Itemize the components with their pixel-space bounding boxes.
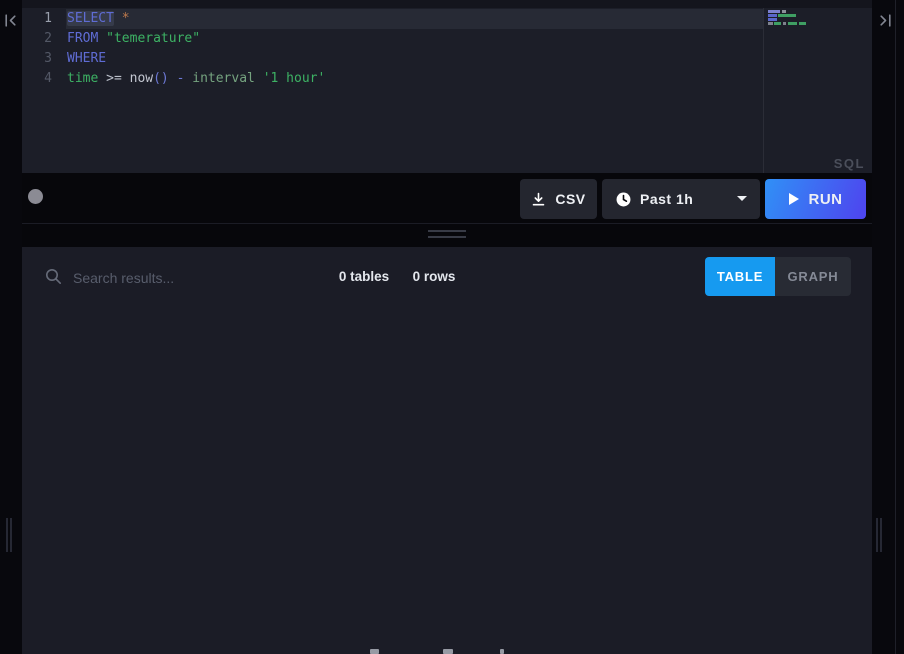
line-number: 4 — [22, 69, 52, 89]
minimap-divider — [763, 8, 764, 173]
play-icon — [789, 193, 799, 205]
pane-resize-handle[interactable] — [428, 230, 466, 242]
right-resize-handle[interactable] — [876, 518, 890, 552]
code-line[interactable]: 4time >= now() - interval '1 hour' — [22, 69, 763, 89]
time-range-dropdown[interactable]: Past 1h — [602, 179, 760, 219]
run-button-label: RUN — [809, 191, 843, 208]
search-icon — [45, 268, 62, 285]
csv-button-label: CSV — [555, 191, 585, 207]
results-header: 0 tables 0 rows TABLE GRAPH — [22, 247, 872, 305]
results-body — [22, 305, 872, 654]
app-root: 1SELECT *2FROM "temerature"3WHERE4time >… — [0, 0, 904, 654]
right-rail-divider — [895, 0, 896, 654]
line-number: 1 — [22, 9, 52, 29]
view-toggle: TABLE GRAPH — [705, 257, 851, 296]
left-resize-handle[interactable] — [6, 518, 20, 552]
line-number: 3 — [22, 49, 52, 69]
search-results-input[interactable] — [71, 264, 305, 292]
code-line[interactable]: 2FROM "temerature" — [22, 29, 763, 49]
left-rail — [0, 0, 22, 654]
code-line[interactable]: 1SELECT * — [22, 9, 763, 29]
top-strip — [22, 0, 872, 8]
clipped-text-fragment — [370, 649, 379, 654]
pane-splitter — [22, 223, 872, 247]
status-indicator — [28, 189, 43, 204]
line-number: 2 — [22, 29, 52, 49]
code-line[interactable]: 3WHERE — [22, 49, 763, 69]
collapse-left-icon[interactable] — [3, 13, 18, 28]
time-range-label: Past 1h — [640, 191, 693, 207]
download-icon — [531, 192, 546, 207]
collapse-right-icon[interactable] — [878, 13, 893, 28]
chevron-down-icon — [737, 196, 747, 201]
code-lines[interactable]: 1SELECT *2FROM "temerature"3WHERE4time >… — [22, 9, 763, 89]
tab-table[interactable]: TABLE — [705, 257, 775, 296]
tab-graph[interactable]: GRAPH — [775, 257, 851, 296]
right-rail — [872, 0, 904, 654]
sql-editor[interactable]: 1SELECT *2FROM "temerature"3WHERE4time >… — [22, 8, 872, 173]
language-label: SQL — [834, 156, 865, 171]
clipped-text-fragment — [500, 649, 504, 654]
editor-minimap — [768, 10, 868, 26]
run-query-button[interactable]: RUN — [765, 179, 866, 219]
csv-export-button[interactable]: CSV — [520, 179, 597, 219]
main-content: 1SELECT *2FROM "temerature"3WHERE4time >… — [22, 0, 872, 654]
clock-icon — [616, 192, 631, 207]
query-toolbar: CSV Past 1h RUN — [22, 173, 872, 223]
rows-count: 0 rows — [392, 269, 476, 284]
clipped-text-fragment — [443, 649, 453, 654]
